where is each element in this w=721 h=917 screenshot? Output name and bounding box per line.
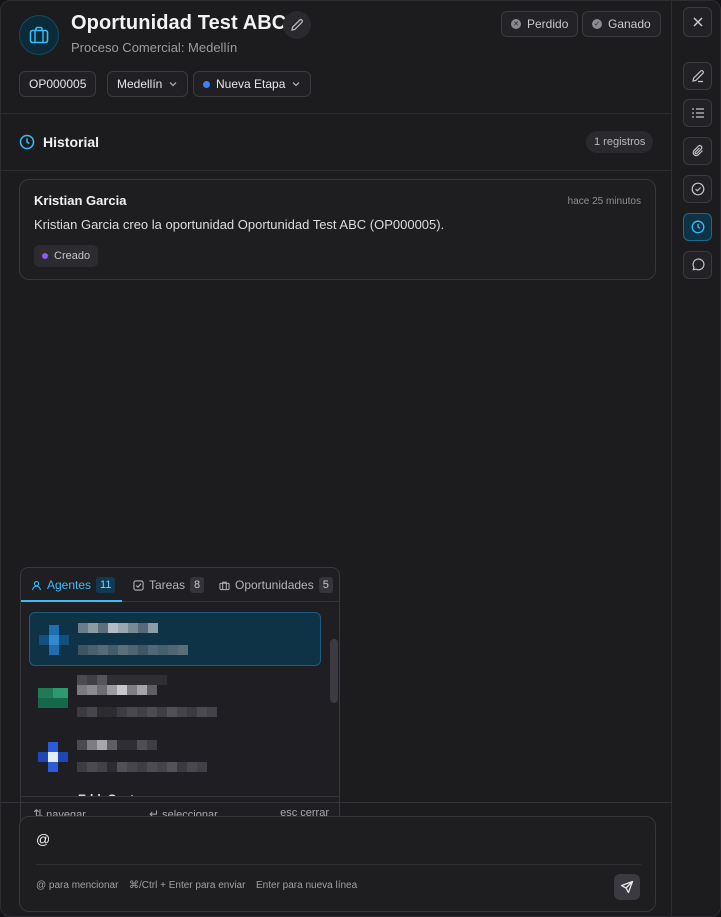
- tab-oportunidades[interactable]: Oportunidades 5: [219, 568, 333, 602]
- mention-tabs: Agentes 11 Tareas 8 Oportunidades 5: [21, 568, 339, 602]
- history-entry: Kristian Garcia hace 25 minutos Kristian…: [19, 179, 656, 280]
- entry-author: Kristian Garcia: [34, 193, 127, 208]
- entry-timestamp: hace 25 minutos: [567, 196, 641, 207]
- agent-name-redacted: [78, 623, 158, 633]
- tab-label: Tareas: [149, 578, 186, 592]
- attachments-tool-button[interactable]: [683, 137, 712, 165]
- agent-list-scrollbar[interactable]: [330, 639, 338, 703]
- agent-option[interactable]: [29, 612, 321, 666]
- user-icon: [32, 580, 41, 590]
- agent-name-redacted: [77, 675, 167, 695]
- agent-option[interactable]: [29, 671, 321, 725]
- opportunity-code: OP000005: [29, 77, 87, 91]
- history-count-badge: 1 registros: [586, 131, 654, 153]
- agent-option[interactable]: [29, 730, 321, 784]
- agent-email-redacted: [77, 762, 207, 772]
- paperclip-icon: [692, 145, 703, 157]
- send-button[interactable]: [614, 874, 640, 900]
- briefcase-icon: [219, 581, 230, 590]
- send-hint: ⌘/Ctrl + Enter para enviar: [129, 880, 246, 891]
- tasks-tool-button[interactable]: [683, 175, 712, 203]
- main-content: Oportunidad Test ABC Proceso Comercial: …: [1, 1, 672, 916]
- avatar: [38, 683, 68, 713]
- history-tool-button[interactable]: [683, 213, 712, 241]
- header-divider: [1, 113, 672, 114]
- avatar: [39, 625, 69, 655]
- entry-text: Kristian Garcia creo la oportunidad Opor…: [34, 217, 445, 232]
- send-icon: [620, 880, 634, 894]
- clock-icon: [691, 220, 704, 234]
- tab-count: 11: [96, 577, 116, 593]
- list-icon: [691, 108, 704, 118]
- briefcase-icon: [19, 15, 59, 55]
- tab-label: Oportunidades: [235, 578, 314, 592]
- pencil-icon: [691, 69, 704, 83]
- agent-name-redacted: [77, 740, 157, 750]
- tab-count: 8: [190, 577, 205, 593]
- city-value: Medellín: [117, 77, 163, 91]
- chat-bubble-icon: [692, 258, 704, 271]
- comment-input[interactable]: @: [36, 831, 50, 847]
- comment-composer: @ @ para mencionar ⌘/Ctrl + Enter para e…: [19, 816, 656, 912]
- tab-label: Agentes: [47, 578, 92, 592]
- check-circle-icon: [691, 182, 704, 196]
- mark-lost-button[interactable]: ✕ Perdido: [501, 11, 579, 37]
- composer-divider: [1, 802, 672, 803]
- checkbox-icon: [133, 579, 144, 591]
- tag-dot: [42, 253, 48, 259]
- edit-tool-button[interactable]: [683, 62, 712, 90]
- chevron-down-icon: [292, 82, 300, 87]
- right-toolbar: [672, 1, 720, 916]
- tab-count: 5: [318, 577, 333, 593]
- composer-separator: [36, 864, 641, 865]
- entry-status-tag: Creado: [34, 245, 99, 267]
- tab-agentes[interactable]: Agentes 11: [31, 568, 116, 602]
- stage-value: Nueva Etapa: [216, 77, 286, 91]
- city-select[interactable]: Medellín: [107, 71, 189, 97]
- mention-hint: @ para mencionar: [36, 880, 119, 891]
- newline-hint: Enter para nueva línea: [256, 880, 358, 891]
- details-tool-button[interactable]: [683, 99, 712, 127]
- avatar: [38, 742, 68, 772]
- check-circle-icon: ✓: [592, 19, 602, 29]
- active-tab-indicator: [21, 600, 122, 602]
- edit-title-button[interactable]: [283, 11, 311, 39]
- history-divider: [1, 170, 672, 171]
- stage-status-dot: [203, 80, 210, 88]
- history-title: Historial: [43, 134, 100, 150]
- won-label: Ganado: [608, 17, 651, 31]
- agent-email-redacted: [77, 707, 217, 717]
- opportunity-panel: Oportunidad Test ABC Proceso Comercial: …: [0, 0, 721, 917]
- mention-popup: Agentes 11 Tareas 8 Oportunidades 5 ⇅ na…: [20, 567, 340, 829]
- stage-select[interactable]: Nueva Etapa: [193, 71, 312, 97]
- comments-tool-button[interactable]: [683, 251, 712, 279]
- process-subtitle: Proceso Comercial: Medellín: [71, 40, 238, 55]
- mark-won-button[interactable]: ✓ Ganado: [582, 11, 661, 37]
- close-icon: [693, 17, 702, 27]
- agent-email-redacted: [78, 645, 188, 655]
- tab-tareas[interactable]: Tareas 8: [133, 568, 205, 602]
- clock-icon: [19, 134, 35, 155]
- x-circle-icon: ✕: [511, 19, 521, 29]
- lost-label: Perdido: [527, 17, 569, 31]
- tag-label: Creado: [54, 250, 91, 262]
- agent-list: [21, 603, 339, 797]
- close-button[interactable]: [683, 7, 712, 37]
- chevron-down-icon: [169, 82, 177, 87]
- page-title: Oportunidad Test ABC: [71, 12, 287, 34]
- opportunity-code-badge: OP000005: [19, 71, 97, 97]
- pencil-icon: [291, 18, 304, 31]
